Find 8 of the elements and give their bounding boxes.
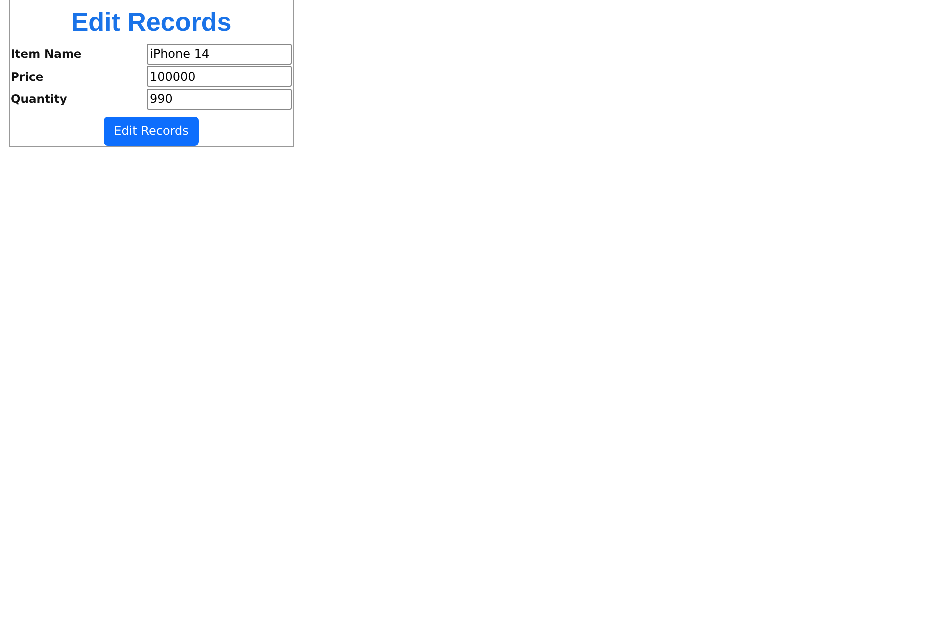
input-field[interactable]: iPhone 14 (147, 44, 292, 65)
submit-button[interactable]: Edit Records (104, 116, 199, 146)
field-label: Item Name (11, 47, 82, 62)
field-label: Quantity (11, 92, 68, 106)
input-field[interactable]: 100000 (147, 66, 292, 88)
input-field[interactable]: 990 (147, 88, 292, 110)
field-label: Price (11, 70, 44, 84)
form-title: Edit Records (71, 6, 232, 39)
